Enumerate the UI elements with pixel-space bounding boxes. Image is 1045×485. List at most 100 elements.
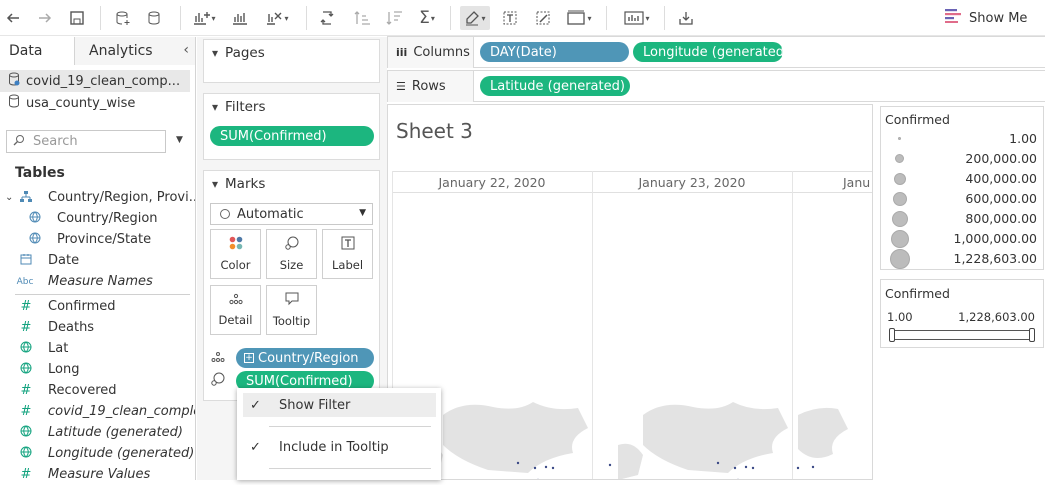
color-icon bbox=[229, 236, 243, 253]
redo-icon[interactable] bbox=[36, 6, 54, 30]
fit-icon[interactable]: ▾ bbox=[563, 6, 595, 30]
swap-icon[interactable] bbox=[318, 6, 340, 30]
share-icon[interactable] bbox=[676, 6, 696, 30]
color-button[interactable]: Color bbox=[210, 229, 261, 279]
label-icon bbox=[341, 236, 355, 253]
labels-icon[interactable] bbox=[500, 6, 520, 30]
totals-icon[interactable]: Σ ▾ bbox=[413, 6, 441, 30]
save-icon[interactable] bbox=[68, 6, 86, 30]
range-min: 1.00 bbox=[887, 310, 913, 324]
tooltip-button[interactable]: Tooltip bbox=[266, 285, 317, 335]
filters-title: Filters bbox=[225, 99, 266, 115]
size-icon bbox=[284, 236, 299, 253]
filter-pill[interactable]: SUM(Confirmed) bbox=[210, 126, 374, 146]
collapse-pane-icon[interactable]: ‹ bbox=[183, 42, 189, 58]
legend-item[interactable]: 800,000.00 bbox=[885, 209, 1041, 229]
search-input[interactable]: Search bbox=[6, 130, 166, 153]
presentation-icon[interactable]: ▾ bbox=[620, 6, 654, 30]
tooltip-icon bbox=[285, 292, 299, 309]
format-icon[interactable] bbox=[533, 6, 553, 30]
country-region-mark-pill[interactable]: + Country/Region bbox=[236, 348, 374, 368]
field-item[interactable]: Date bbox=[0, 250, 195, 271]
field-item[interactable]: # covid_19_clean_comple... bbox=[0, 401, 195, 422]
field-item[interactable]: ⌄ Country/Region, Provi... bbox=[0, 187, 195, 208]
range-slider-min-handle[interactable] bbox=[889, 328, 895, 342]
columns-icon: iii bbox=[396, 46, 408, 59]
globe-icon bbox=[19, 341, 33, 356]
latitude-pill[interactable]: Latitude (generated) bbox=[480, 76, 630, 96]
field-item[interactable]: Country/Region bbox=[0, 208, 195, 229]
datasource-item[interactable]: covid_19_clean_comp... bbox=[0, 70, 190, 92]
collapse-card-icon[interactable]: ▾ bbox=[212, 100, 218, 114]
menu-item-show-filter[interactable]: ✓ Show Filter bbox=[243, 393, 436, 417]
collapse-card-icon[interactable]: ▾ bbox=[212, 46, 218, 60]
rows-shelf[interactable]: ☰ Rows Latitude (generated) bbox=[387, 70, 1045, 102]
legend-item[interactable]: 1,000,000.00 bbox=[885, 229, 1041, 249]
detail-label: Detail bbox=[218, 313, 253, 327]
highlight-icon[interactable]: ▾ bbox=[460, 6, 490, 30]
legend-item[interactable]: 600,000.00 bbox=[885, 189, 1041, 209]
field-item[interactable]: Province/State bbox=[0, 229, 195, 250]
clear-sheet-icon[interactable]: ▾ bbox=[263, 6, 291, 30]
column-header[interactable]: Janu bbox=[792, 171, 872, 193]
legend-item[interactable]: 1,228,603.00 bbox=[885, 249, 1041, 269]
field-item[interactable]: # Measure Values bbox=[0, 464, 195, 485]
hash-icon: # bbox=[20, 299, 32, 314]
columns-shelf[interactable]: iii Columns DAY(Date) Longitude (generate… bbox=[387, 36, 1045, 68]
view-canvas[interactable]: Sheet 3 January 22, 2020 January 23, 202… bbox=[387, 104, 873, 480]
legend-item[interactable]: 200,000.00 bbox=[885, 149, 1041, 169]
longitude-pill[interactable]: Longitude (generated) bbox=[633, 42, 789, 62]
circle-mark-icon bbox=[220, 209, 230, 219]
column-header[interactable]: January 22, 2020 bbox=[392, 171, 592, 193]
range-slider-max-handle[interactable] bbox=[1029, 328, 1035, 342]
undo-icon[interactable] bbox=[4, 6, 22, 30]
pause-updates-icon[interactable] bbox=[146, 6, 164, 30]
size-label: Size bbox=[279, 258, 304, 272]
field-item[interactable]: # Deaths bbox=[0, 317, 195, 338]
field-item[interactable]: Latitude (generated) bbox=[0, 422, 195, 443]
field-item[interactable]: # Recovered bbox=[0, 380, 195, 401]
column-header[interactable]: January 23, 2020 bbox=[592, 171, 792, 193]
field-label: Long bbox=[48, 362, 80, 377]
detail-button[interactable]: Detail bbox=[210, 285, 261, 335]
datasource-item[interactable]: usa_county_wise bbox=[0, 92, 195, 114]
size-button[interactable]: Size bbox=[266, 229, 317, 279]
sort-descending-icon[interactable] bbox=[384, 6, 406, 30]
search-options-dropdown-icon[interactable]: ▼ bbox=[176, 135, 183, 145]
tab-data[interactable]: Data bbox=[0, 37, 75, 66]
legend-item[interactable]: 1.00 bbox=[885, 129, 1041, 149]
show-me-button[interactable]: Show Me bbox=[945, 6, 1027, 30]
range-slider-track[interactable] bbox=[889, 330, 1035, 340]
size-legend[interactable]: Confirmed 1.00 200,000.00 400,000.00 600… bbox=[880, 106, 1044, 270]
detail-encoding-icon bbox=[211, 351, 225, 366]
tab-analytics[interactable]: Analytics bbox=[75, 37, 195, 65]
field-item[interactable]: Lat bbox=[0, 338, 195, 359]
data-pane-tabs: Data Analytics ‹ bbox=[0, 37, 195, 66]
rows-icon: ☰ bbox=[396, 80, 406, 93]
field-item[interactable]: Abc Measure Names bbox=[0, 271, 195, 292]
new-datasource-icon[interactable] bbox=[114, 6, 132, 30]
field-label: Longitude (generated) bbox=[48, 446, 195, 461]
day-date-pill[interactable]: DAY(Date) bbox=[480, 42, 629, 62]
expand-hierarchy-icon[interactable]: ⌄ bbox=[5, 192, 13, 203]
field-item[interactable]: Long bbox=[0, 359, 195, 380]
legend-value: 400,000.00 bbox=[965, 171, 1037, 186]
duplicate-sheet-icon[interactable] bbox=[229, 6, 251, 30]
field-item[interactable]: # Confirmed bbox=[0, 296, 195, 317]
field-item[interactable]: Longitude (generated) bbox=[0, 443, 195, 464]
legend-value: 800,000.00 bbox=[965, 211, 1037, 226]
new-worksheet-icon[interactable]: ▾ bbox=[191, 6, 217, 30]
toolbar: ▾ ▾ Σ ▾ ▾ ▾ ▾ Show Me bbox=[0, 0, 1045, 36]
legend-value: 1.00 bbox=[1009, 131, 1037, 146]
confirmed-filter-card[interactable]: Confirmed 1.00 1,228,603.00 bbox=[880, 279, 1044, 348]
sort-ascending-icon[interactable] bbox=[352, 6, 374, 30]
collapse-card-icon[interactable]: ▾ bbox=[212, 177, 218, 191]
label-button[interactable]: Label bbox=[322, 229, 373, 279]
search-icon bbox=[13, 134, 25, 150]
menu-item-include-in-tooltip[interactable]: ✓ Include in Tooltip bbox=[243, 435, 436, 459]
mark-type-select[interactable]: Automatic ▼ bbox=[210, 203, 373, 225]
menu-divider bbox=[269, 468, 431, 469]
legend-item[interactable]: 400,000.00 bbox=[885, 169, 1041, 189]
expand-icon[interactable]: + bbox=[244, 353, 254, 363]
hash-icon: # bbox=[20, 404, 32, 419]
